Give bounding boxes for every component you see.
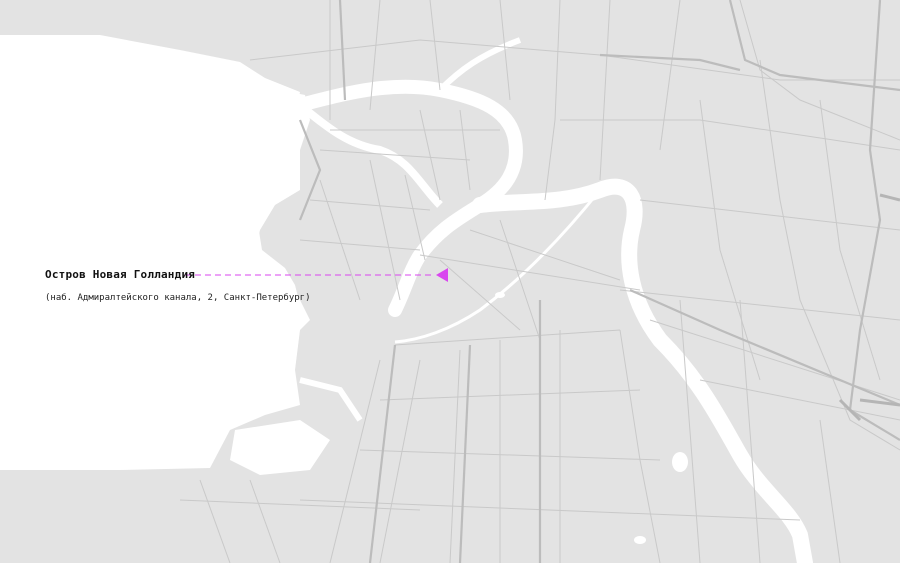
city-map[interactable] <box>0 0 900 563</box>
gulf-water <box>0 35 300 468</box>
place-address: (наб. Адмиралтейского канала, 2, Санкт-П… <box>45 293 311 303</box>
place-name: Остров Новая Голландия <box>45 268 196 281</box>
